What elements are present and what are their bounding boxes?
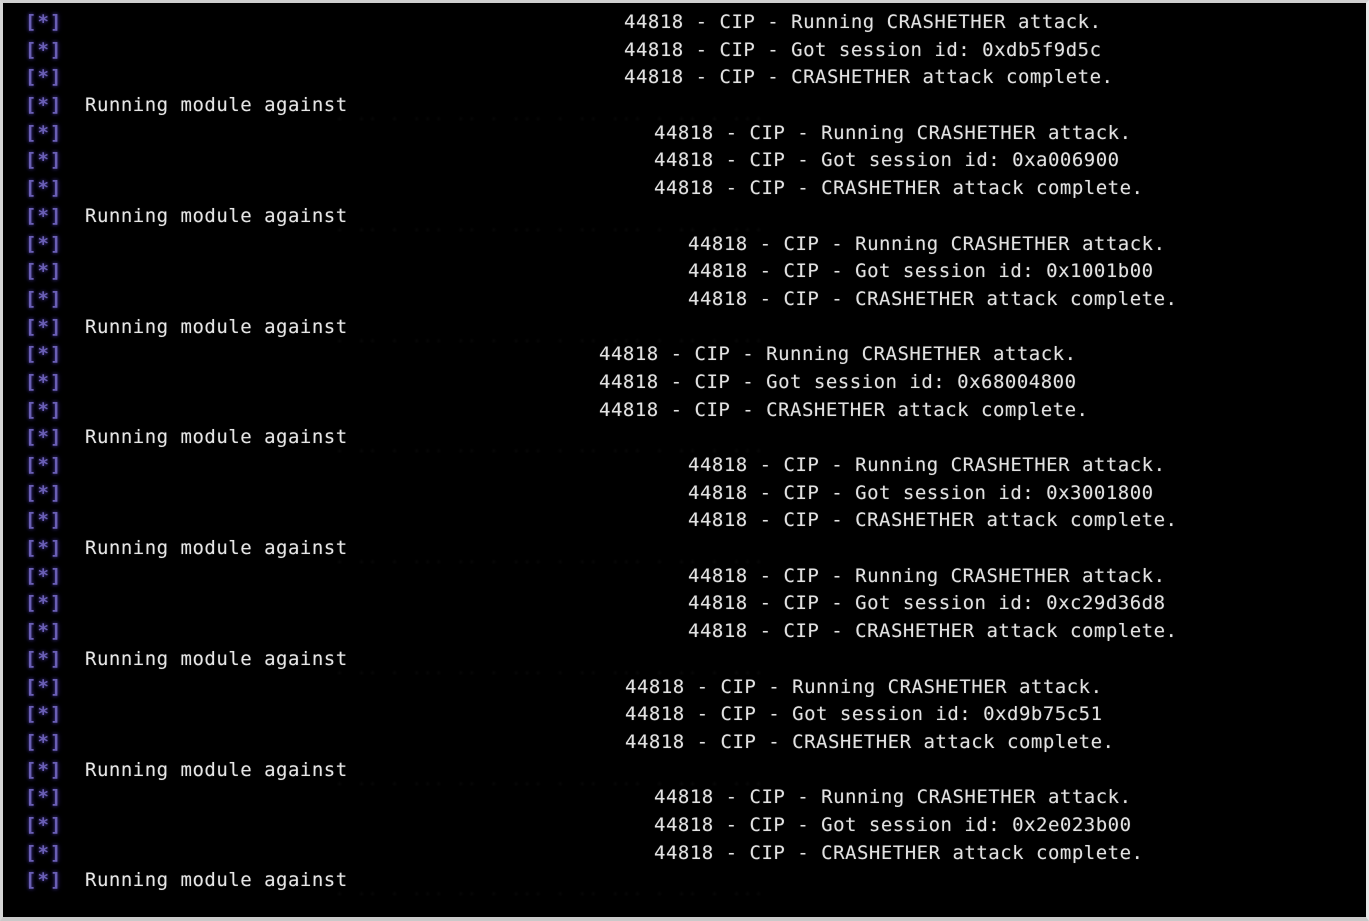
- cip-log-text: 44818 - CIP - Got session id: 0xa006900: [654, 149, 1120, 172]
- status-marker: [*]: [25, 204, 63, 227]
- terminal-line: [*] 44818 - CIP - CRASHETHER attack compl…: [3, 397, 1366, 425]
- cip-log-text: 44818 - CIP - Running CRASHETHER attack.: [688, 564, 1166, 587]
- terminal-line: [*] 44818 - CIP - Running CRASHETHER atta…: [3, 674, 1366, 702]
- terminal-line: [*] 44818 - CIP - Got session id: 0x2e023…: [3, 812, 1366, 840]
- status-marker: [*]: [25, 592, 63, 615]
- cip-log-text: 44818 - CIP - Running CRASHETHER attack.: [654, 786, 1132, 809]
- status-marker: [*]: [25, 260, 63, 283]
- status-marker: [*]: [25, 38, 63, 61]
- module-run-text: Running module against: [85, 204, 348, 227]
- redacted-artifact: · ·· · ··· ·· · ··· · ·· ··· · ·· · ···: [335, 885, 766, 904]
- status-marker: [*]: [25, 177, 63, 200]
- status-marker: [*]: [25, 11, 63, 33]
- status-marker: [*]: [25, 675, 63, 698]
- cip-log-text: 44818 - CIP - CRASHETHER attack complete…: [599, 398, 1089, 421]
- status-marker: [*]: [25, 703, 63, 726]
- module-run-text: Running module against: [85, 315, 348, 338]
- cip-log-text: 44818 - CIP - Got session id: 0xdb5f9d5c: [624, 38, 1102, 61]
- terminal-output[interactable]: [*] 44818 - CIP - Running CRASHETHER atta…: [3, 3, 1366, 917]
- status-marker: [*]: [25, 94, 63, 117]
- terminal-line: [*] 44818 - CIP - CRASHETHER attack compl…: [3, 175, 1366, 203]
- status-marker: [*]: [25, 730, 63, 753]
- terminal-line: [*] Running module against · ·· · ··· ·· ·…: [3, 646, 1366, 682]
- terminal-line: [*] 44818 - CIP - Got session id: 0xa0069…: [3, 147, 1366, 175]
- terminal-line: [*] 44818 - CIP - Running CRASHETHER atta…: [3, 9, 1366, 37]
- terminal-line: [*] 44818 - CIP - Got session id: 0x30018…: [3, 480, 1366, 508]
- cip-log-text: 44818 - CIP - Got session id: 0x3001800: [688, 481, 1154, 504]
- status-marker: [*]: [25, 287, 63, 310]
- cip-log-text: 44818 - CIP - Running CRASHETHER attack.: [624, 11, 1102, 33]
- cip-log-text: 44818 - CIP - CRASHETHER attack complete…: [624, 66, 1114, 89]
- terminal-line: [*] 44818 - CIP - Running CRASHETHER atta…: [3, 231, 1366, 259]
- module-run-text: Running module against: [85, 94, 348, 117]
- status-marker: [*]: [25, 481, 63, 504]
- cip-log-text: 44818 - CIP - CRASHETHER attack complete…: [688, 620, 1178, 643]
- terminal-line: [*] Running module against · ·· · ··· ·· ·…: [3, 92, 1366, 128]
- terminal-line: [*] Running module against · ·· · ··· ·· ·…: [3, 535, 1366, 571]
- terminal-line: [*] Running module against · ·· · ··· ·· ·…: [3, 314, 1366, 350]
- cip-log-text: 44818 - CIP - CRASHETHER attack complete…: [688, 509, 1178, 532]
- status-marker: [*]: [25, 426, 63, 449]
- terminal-line: [*] 44818 - CIP - Got session id: 0xc29d3…: [3, 590, 1366, 618]
- cip-log-text: 44818 - CIP - Got session id: 0x2e023b00: [654, 813, 1132, 836]
- module-run-text: Running module against: [85, 869, 348, 892]
- module-run-text: Running module against: [85, 426, 348, 449]
- status-marker: [*]: [25, 66, 63, 89]
- terminal-line: [*] 44818 - CIP - CRASHETHER attack compl…: [3, 286, 1366, 314]
- status-marker: [*]: [25, 370, 63, 393]
- status-marker: [*]: [25, 343, 63, 366]
- status-marker: [*]: [25, 509, 63, 532]
- terminal-line: [*] 44818 - CIP - CRASHETHER attack compl…: [3, 729, 1366, 757]
- status-marker: [*]: [25, 537, 63, 560]
- cip-log-text: 44818 - CIP - Got session id: 0xd9b75c51: [625, 703, 1103, 726]
- status-marker: [*]: [25, 786, 63, 809]
- cip-log-text: 44818 - CIP - Running CRASHETHER attack.: [688, 232, 1166, 255]
- status-marker: [*]: [25, 315, 63, 338]
- terminal-line: [*] 44818 - CIP - CRASHETHER attack compl…: [3, 64, 1366, 92]
- status-marker: [*]: [25, 121, 63, 144]
- terminal-line: [*] 44818 - CIP - Running CRASHETHER atta…: [3, 120, 1366, 148]
- cip-log-text: 44818 - CIP - Running CRASHETHER attack.: [625, 675, 1103, 698]
- cip-log-text: 44818 - CIP - CRASHETHER attack complete…: [625, 730, 1115, 753]
- cip-log-text: 44818 - CIP - CRASHETHER attack complete…: [688, 287, 1178, 310]
- module-run-text: Running module against: [85, 537, 348, 560]
- cip-log-text: 44818 - CIP - Got session id: 0x1001b00: [688, 260, 1154, 283]
- terminal-line: [*] 44818 - CIP - Got session id: 0xd9b75…: [3, 701, 1366, 729]
- status-marker: [*]: [25, 149, 63, 172]
- cip-log-text: 44818 - CIP - Got session id: 0x68004800: [599, 370, 1077, 393]
- terminal-line: [*] 44818 - CIP - Got session id: 0x1001b…: [3, 258, 1366, 286]
- terminal-line: [*] 44818 - CIP - Running CRASHETHER atta…: [3, 784, 1366, 812]
- terminal-line: [*] Running module against · ·· · ··· ·· ·…: [3, 424, 1366, 460]
- status-marker: [*]: [25, 869, 63, 892]
- cip-log-text: 44818 - CIP - Running CRASHETHER attack.: [599, 343, 1077, 366]
- cip-log-text: 44818 - CIP - CRASHETHER attack complete…: [654, 841, 1144, 864]
- cip-log-text: 44818 - CIP - Got session id: 0xc29d36d8: [688, 592, 1166, 615]
- terminal-line: [*] 44818 - CIP - CRASHETHER attack compl…: [3, 507, 1366, 535]
- status-marker: [*]: [25, 564, 63, 587]
- status-marker: [*]: [25, 620, 63, 643]
- status-marker: [*]: [25, 398, 63, 421]
- status-marker: [*]: [25, 758, 63, 781]
- cip-log-text: 44818 - CIP - CRASHETHER attack complete…: [654, 177, 1144, 200]
- terminal-line: [*] 44818 - CIP - Got session id: 0x68004…: [3, 369, 1366, 397]
- module-run-text: Running module against: [85, 758, 348, 781]
- status-marker: [*]: [25, 454, 63, 476]
- terminal-line: [*] 44818 - CIP - Running CRASHETHER atta…: [3, 452, 1366, 480]
- status-marker: [*]: [25, 647, 63, 670]
- terminal-line: [*] Running module against · ·· · ··· ·· ·…: [3, 757, 1366, 793]
- terminal-line: [*] 44818 - CIP - Running CRASHETHER atta…: [3, 341, 1366, 369]
- terminal-line: [*] 44818 - CIP - CRASHETHER attack compl…: [3, 840, 1366, 868]
- status-marker: [*]: [25, 813, 63, 836]
- cip-log-text: 44818 - CIP - Running CRASHETHER attack.: [688, 454, 1166, 476]
- terminal-window: [*] 44818 - CIP - Running CRASHETHER atta…: [0, 0, 1369, 921]
- terminal-line: [*] 44818 - CIP - Running CRASHETHER atta…: [3, 563, 1366, 591]
- terminal-line: [*] Running module against · ·· · ··· ·· ·…: [3, 203, 1366, 239]
- status-marker: [*]: [25, 232, 63, 255]
- terminal-line: [*] 44818 - CIP - Got session id: 0xdb5f9…: [3, 37, 1366, 65]
- module-run-text: Running module against: [85, 647, 348, 670]
- cip-log-text: 44818 - CIP - Running CRASHETHER attack.: [654, 121, 1132, 144]
- terminal-line: [*] 44818 - CIP - CRASHETHER attack compl…: [3, 618, 1366, 646]
- terminal-line: [*] Running module against · ·· · ··· ·· ·…: [3, 867, 1366, 903]
- status-marker: [*]: [25, 841, 63, 864]
